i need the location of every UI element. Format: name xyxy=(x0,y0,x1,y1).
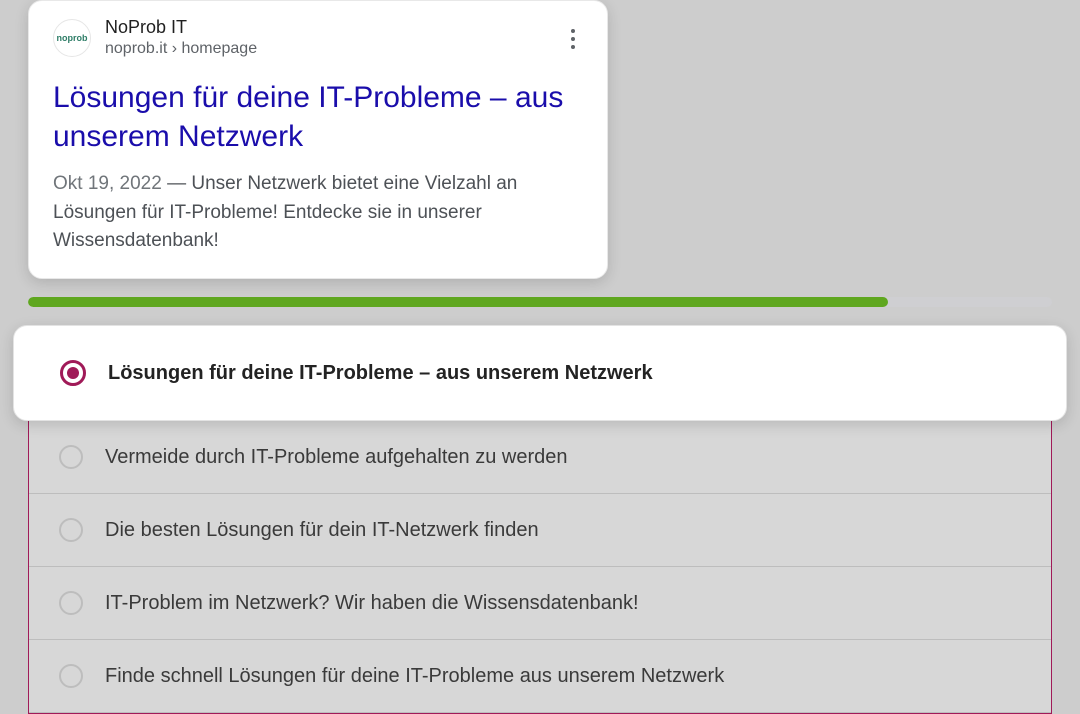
radio-icon xyxy=(59,445,83,469)
progress-bar xyxy=(28,297,1052,307)
serp-overflow-menu-icon[interactable] xyxy=(565,23,581,55)
radio-icon xyxy=(59,591,83,615)
option-selected-wrapper: Lösungen für deine IT-Probleme – aus uns… xyxy=(13,325,1067,421)
radio-selected-icon xyxy=(60,360,86,386)
option-label: Die besten Lösungen für dein IT-Netzwerk… xyxy=(105,518,539,542)
title-option[interactable]: Vermeide durch IT-Probleme aufgehalten z… xyxy=(29,421,1051,494)
serp-header: noprob NoProb IT noprob.it › homepage xyxy=(53,17,583,58)
option-label: IT-Problem im Netzwerk? Wir haben die Wi… xyxy=(105,591,639,615)
title-option[interactable]: Lösungen für deine IT-Probleme – aus uns… xyxy=(30,332,1050,414)
title-option[interactable]: IT-Problem im Netzwerk? Wir haben die Wi… xyxy=(29,567,1051,640)
radio-icon xyxy=(59,518,83,542)
progress-fill xyxy=(28,297,888,307)
option-label: Lösungen für deine IT-Probleme – aus uns… xyxy=(108,361,653,385)
serp-date-sep: — xyxy=(167,173,191,194)
serp-breadcrumb: noprob.it › homepage xyxy=(105,40,257,58)
option-label: Vermeide durch IT-Probleme aufgehalten z… xyxy=(105,445,568,469)
serp-site-info: NoProb IT noprob.it › homepage xyxy=(105,17,257,58)
title-option[interactable]: Finde schnell Lösungen für deine IT-Prob… xyxy=(29,640,1051,713)
serp-site-name: NoProb IT xyxy=(105,17,257,38)
serp-preview-card: noprob NoProb IT noprob.it › homepage Lö… xyxy=(28,0,608,279)
radio-icon xyxy=(59,664,83,688)
site-favicon: noprob xyxy=(53,19,91,57)
title-option[interactable]: Die besten Lösungen für dein IT-Netzwerk… xyxy=(29,494,1051,567)
option-label: Finde schnell Lösungen für deine IT-Prob… xyxy=(105,664,724,688)
title-options-list: Lösungen für deine IT-Probleme – aus uns… xyxy=(28,325,1052,714)
serp-snippet: Okt 19, 2022 — Unser Netzwerk bietet ein… xyxy=(53,170,583,256)
serp-title-link[interactable]: Lösungen für deine IT-Probleme – aus uns… xyxy=(53,78,583,156)
serp-date: Okt 19, 2022 xyxy=(53,173,162,194)
